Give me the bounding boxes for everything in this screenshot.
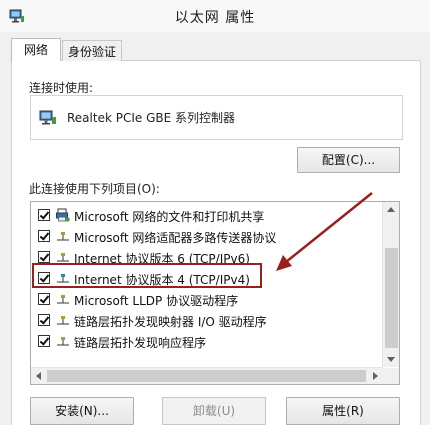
title-bar: 以太网 属性	[0, 0, 430, 32]
list-item[interactable]: Microsoft 网络适配器多路传送器协议	[35, 226, 375, 247]
items-list[interactable]: Microsoft 网络的文件和打印机共享 Microsoft 网络适配器多路传…	[30, 201, 400, 385]
uninstall-button[interactable]: 卸载(U)	[162, 397, 266, 425]
list-item[interactable]: 链路层拓扑发现映射器 I/O 驱动程序	[35, 310, 375, 331]
protocol-icon	[57, 295, 69, 304]
install-button[interactable]: 安装(N)...	[30, 397, 134, 425]
scroll-up-icon[interactable]	[387, 207, 395, 212]
adapter-name: Realtek PCIe GBE 系列控制器	[67, 111, 236, 125]
scroll-left-icon[interactable]	[36, 372, 41, 380]
list-item[interactable]: 链路层拓扑发现响应程序	[35, 331, 375, 352]
scrollbar-corner	[383, 368, 399, 384]
vertical-scroll-thumb[interactable]	[385, 248, 398, 348]
items-list-label: 此连接使用下列项目(O):	[29, 182, 160, 196]
item-label: Microsoft 网络的文件和打印机共享	[74, 210, 265, 224]
item-checkbox[interactable]	[38, 251, 50, 263]
item-checkbox[interactable]	[38, 209, 50, 221]
network-adapter-icon	[39, 110, 56, 125]
scroll-right-icon[interactable]	[373, 372, 378, 380]
tab-network[interactable]: 网络	[11, 38, 61, 62]
adapter-box: Realtek PCIe GBE 系列控制器	[30, 95, 403, 140]
horizontal-scroll-thumb[interactable]	[47, 370, 366, 382]
vertical-scrollbar[interactable]	[382, 202, 399, 367]
protocol-icon	[57, 232, 69, 241]
tab-authentication[interactable]: 身份验证	[62, 40, 122, 62]
item-label: 链路层拓扑发现响应程序	[74, 336, 207, 350]
properties-button[interactable]: 属性(R)	[286, 397, 400, 425]
item-checkbox[interactable]	[38, 293, 50, 305]
list-item[interactable]: Microsoft LLDP 协议驱动程序	[35, 289, 375, 310]
protocol-icon	[57, 337, 69, 346]
configure-button[interactable]: 配置(C)...	[297, 147, 400, 173]
item-checkbox[interactable]	[38, 335, 50, 347]
item-label: 链路层拓扑发现映射器 I/O 驱动程序	[74, 315, 267, 329]
protocol-icon	[57, 316, 69, 325]
list-item[interactable]: Microsoft 网络的文件和打印机共享	[35, 205, 375, 226]
item-checkbox[interactable]	[38, 314, 50, 326]
item-checkbox[interactable]	[38, 230, 50, 242]
connect-using-label: 连接时使用:	[29, 81, 94, 95]
scroll-down-icon[interactable]	[387, 357, 395, 362]
horizontal-scrollbar[interactable]	[31, 367, 383, 384]
item-label: Microsoft 网络适配器多路传送器协议	[74, 231, 277, 245]
protocol-icon	[57, 253, 69, 262]
annotation-highlight-box	[32, 263, 262, 288]
item-label: Microsoft LLDP 协议驱动程序	[74, 294, 239, 308]
printer-share-icon	[56, 208, 70, 222]
window-title: 以太网 属性	[174, 10, 256, 26]
